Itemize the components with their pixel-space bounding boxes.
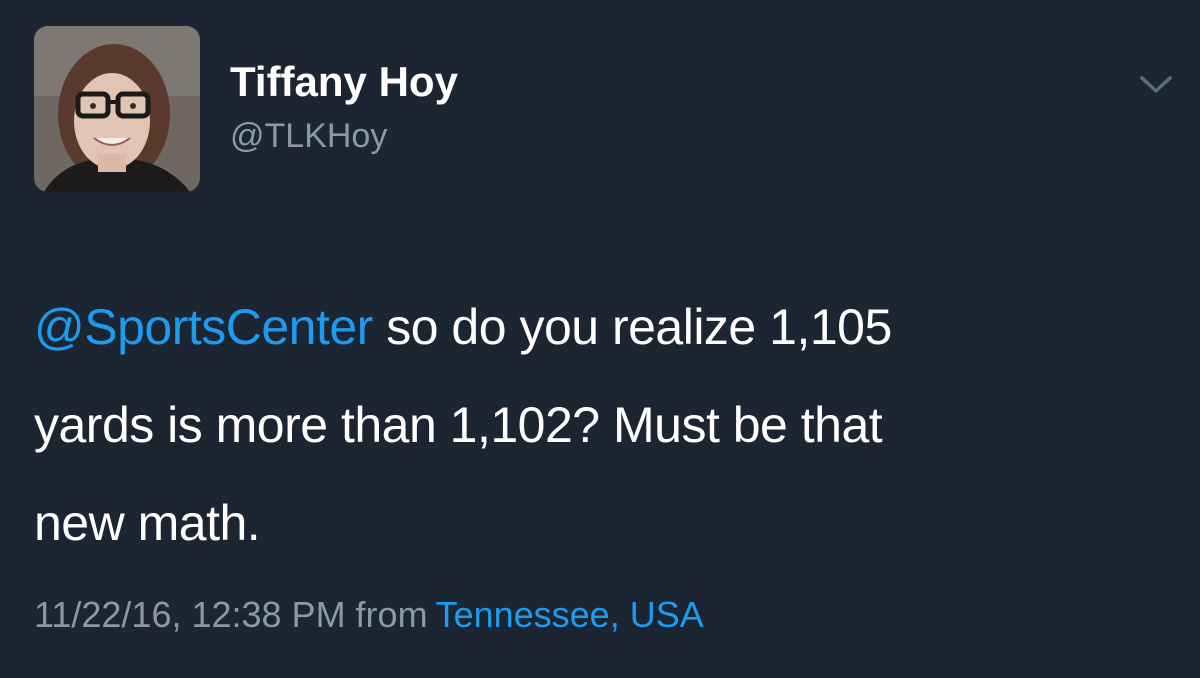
- user-handle[interactable]: @TLKHoy: [230, 114, 387, 158]
- display-name[interactable]: Tiffany Hoy: [230, 56, 458, 108]
- tweet-text: @SportsCenter so do you realize 1,105 ya…: [34, 278, 1174, 572]
- tweet-line-3: new math.: [34, 495, 261, 551]
- profile-photo: [34, 26, 200, 192]
- tweet-line-2: yards is more than 1,102? Must be that: [34, 397, 883, 453]
- chevron-down-icon[interactable]: [1136, 68, 1176, 100]
- tweet-line-1: @SportsCenter so do you realize 1,105: [34, 278, 1174, 376]
- tweet-meta: 11/22/16, 12:38 PM from Tennessee, USA: [34, 592, 704, 638]
- tweet-line-1-text: so do you realize 1,105: [372, 299, 892, 355]
- tweet-timestamp: 11/22/16, 12:38 PM from: [34, 594, 428, 635]
- location-link[interactable]: Tennessee, USA: [436, 594, 704, 635]
- mention-link[interactable]: @SportsCenter: [34, 299, 373, 355]
- tweet-card: Tiffany Hoy @TLKHoy @SportsCenter so do …: [0, 0, 1200, 678]
- avatar[interactable]: [34, 26, 200, 192]
